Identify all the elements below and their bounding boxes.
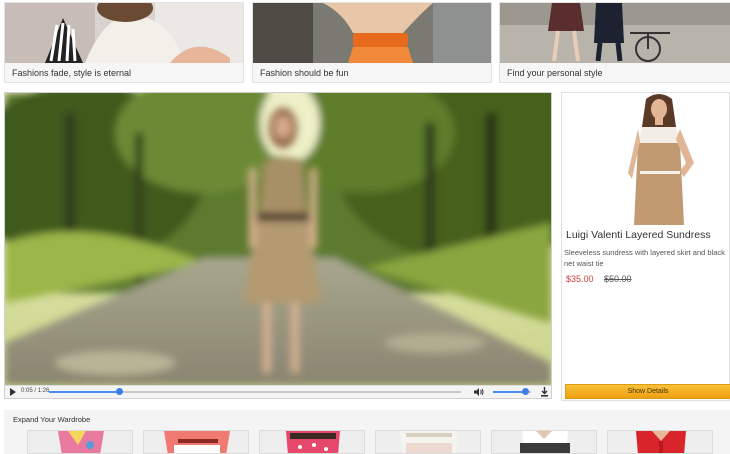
seek-progress <box>49 391 120 393</box>
volume-level <box>493 391 526 393</box>
wardrobe-item[interactable] <box>607 430 713 454</box>
product-card: Luigi Valenti Layered Sundress Sleeveles… <box>561 92 730 401</box>
volume-icon[interactable] <box>474 388 484 396</box>
wardrobe-item[interactable] <box>27 430 133 454</box>
play-icon[interactable] <box>10 388 16 396</box>
seek-handle[interactable] <box>116 388 124 395</box>
promo-caption[interactable]: Fashions fade, style is eternal <box>12 68 131 78</box>
product-old-price: $50.00 <box>604 274 632 284</box>
product-image[interactable] <box>614 93 704 227</box>
seek-bar[interactable] <box>49 388 461 395</box>
wardrobe-title: Expand Your Wardrobe <box>13 415 91 424</box>
promo-card-1[interactable]: Fashions fade, style is eternal <box>4 2 244 83</box>
wardrobe-item[interactable] <box>143 430 249 454</box>
show-details-button[interactable]: Show Details <box>565 384 730 399</box>
download-icon[interactable] <box>540 387 549 397</box>
promo-caption[interactable]: Fashion should be fun <box>260 68 349 78</box>
product-price: $35.00 <box>566 274 594 284</box>
wardrobe-item[interactable] <box>491 430 597 454</box>
volume-slider[interactable] <box>493 388 531 395</box>
promo-image-bicycle[interactable] <box>500 3 730 63</box>
promo-image-orange-top[interactable] <box>253 3 491 63</box>
product-name[interactable]: Luigi Valenti Layered Sundress <box>566 229 711 241</box>
wardrobe-item[interactable] <box>259 430 365 454</box>
volume-handle[interactable] <box>522 388 530 395</box>
wardrobe-item[interactable] <box>375 430 481 454</box>
video-controls: 0:05 / 1:26 <box>5 385 551 398</box>
promo-image-shopping[interactable] <box>5 3 243 63</box>
promo-caption[interactable]: Find your personal style <box>507 68 603 78</box>
promo-card-3[interactable]: Find your personal style <box>499 2 730 83</box>
video-player[interactable]: 0:05 / 1:26 <box>4 92 552 399</box>
video-frame[interactable] <box>5 93 551 385</box>
video-time: 0:05 / 1:26 <box>21 388 50 394</box>
promo-card-2[interactable]: Fashion should be fun <box>252 2 492 83</box>
wardrobe-section: Expand Your Wardrobe <box>4 410 730 454</box>
product-description: Sleeveless sundress with layered skirt a… <box>564 248 725 268</box>
